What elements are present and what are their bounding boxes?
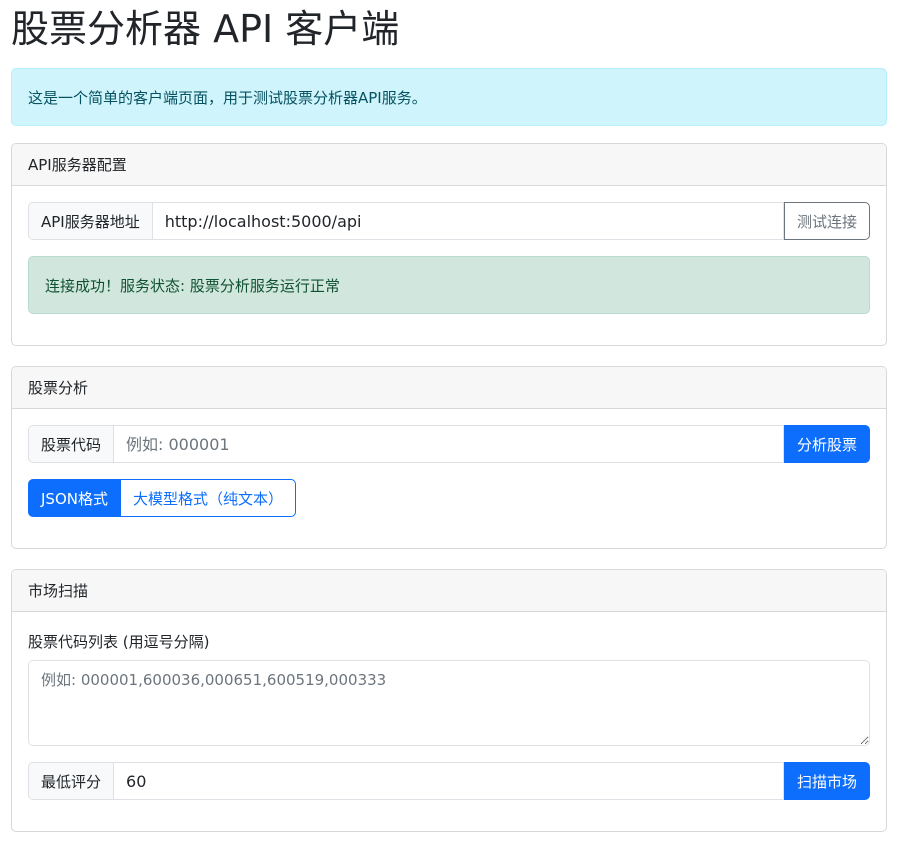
analyze-stock-button[interactable]: 分析股票 (783, 425, 870, 463)
server-address-group: API服务器地址 测试连接 (28, 202, 870, 240)
format-toggle-group: JSON格式 大模型格式（纯文本） (28, 479, 296, 517)
stock-list-label: 股票代码列表 (用逗号分隔) (28, 633, 210, 651)
stock-analysis-body: 股票代码 分析股票 JSON格式 大模型格式（纯文本） (12, 409, 886, 517)
min-score-input[interactable] (113, 762, 784, 800)
format-json-button[interactable]: JSON格式 (28, 479, 121, 517)
test-connection-button[interactable]: 测试连接 (783, 202, 870, 240)
market-scan-card: 市场扫描 股票代码列表 (用逗号分隔) 最低评分 扫描市场 (11, 569, 887, 832)
server-config-header: API服务器配置 (12, 144, 886, 186)
server-config-body: API服务器地址 测试连接 连接成功！服务状态: 股票分析服务运行正常 (12, 186, 886, 314)
server-config-card: API服务器配置 API服务器地址 测试连接 连接成功！服务状态: 股票分析服务… (11, 143, 887, 346)
stock-analysis-title: 股票分析 (28, 379, 89, 397)
server-address-input[interactable] (151, 202, 784, 240)
stock-code-label: 股票代码 (28, 425, 114, 463)
format-llm-button[interactable]: 大模型格式（纯文本） (120, 479, 296, 517)
connection-status-text: 连接成功！服务状态: 股票分析服务运行正常 (45, 276, 340, 295)
connection-status-alert: 连接成功！服务状态: 股票分析服务运行正常 (28, 256, 870, 314)
market-scan-header: 市场扫描 (12, 570, 886, 612)
page-title: 股票分析器 API 客户端 (11, 7, 400, 51)
stock-code-group: 股票代码 分析股票 (28, 425, 870, 463)
server-config-title: API服务器配置 (28, 156, 127, 174)
stock-analysis-card: 股票分析 股票代码 分析股票 JSON格式 大模型格式（纯文本） (11, 366, 887, 549)
stock-analysis-header: 股票分析 (12, 367, 886, 409)
intro-alert-text: 这是一个简单的客户端页面，用于测试股票分析器API服务。 (28, 88, 427, 107)
market-scan-body: 股票代码列表 (用逗号分隔) 最低评分 扫描市场 (12, 612, 886, 800)
min-score-group: 最低评分 扫描市场 (28, 762, 870, 800)
market-scan-title: 市场扫描 (28, 582, 89, 600)
stock-list-textarea[interactable] (28, 660, 870, 746)
intro-alert: 这是一个简单的客户端页面，用于测试股票分析器API服务。 (11, 68, 887, 126)
server-address-label: API服务器地址 (28, 202, 152, 240)
stock-code-input[interactable] (113, 425, 784, 463)
min-score-label: 最低评分 (28, 762, 114, 800)
scan-market-button[interactable]: 扫描市场 (783, 762, 870, 800)
page: 股票分析器 API 客户端 这是一个简单的客户端页面，用于测试股票分析器API服… (0, 0, 903, 841)
